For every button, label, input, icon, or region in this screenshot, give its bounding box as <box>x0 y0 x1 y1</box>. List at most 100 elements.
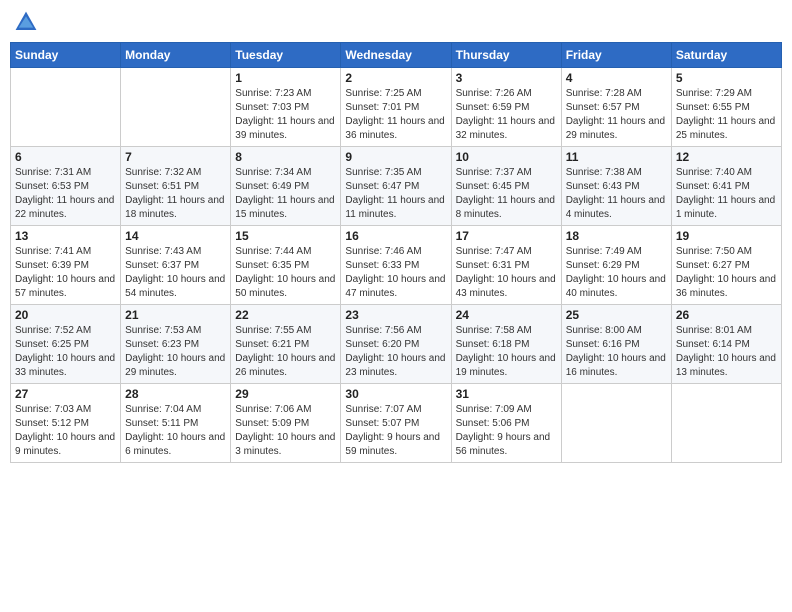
day-number: 30 <box>345 387 446 401</box>
weekday-header-row: SundayMondayTuesdayWednesdayThursdayFrid… <box>11 43 782 68</box>
day-number: 12 <box>676 150 777 164</box>
day-number: 10 <box>456 150 557 164</box>
day-number: 11 <box>566 150 667 164</box>
day-number: 18 <box>566 229 667 243</box>
day-number: 27 <box>15 387 116 401</box>
day-info: Sunrise: 7:07 AM Sunset: 5:07 PM Dayligh… <box>345 403 446 459</box>
day-info: Sunrise: 7:37 AM Sunset: 6:45 PM Dayligh… <box>456 166 557 222</box>
calendar-cell: 8 Sunrise: 7:34 AM Sunset: 6:49 PM Daylig… <box>231 147 341 226</box>
day-info: Sunrise: 7:43 AM Sunset: 6:37 PM Dayligh… <box>125 245 226 301</box>
calendar-week-4: 27 Sunrise: 7:03 AM Sunset: 5:12 PM Dayli… <box>11 384 782 463</box>
day-number: 16 <box>345 229 446 243</box>
weekday-header-saturday: Saturday <box>671 43 781 68</box>
day-info: Sunrise: 7:49 AM Sunset: 6:29 PM Dayligh… <box>566 245 667 301</box>
calendar-cell: 27 Sunrise: 7:03 AM Sunset: 5:12 PM Dayli… <box>11 384 121 463</box>
day-info: Sunrise: 7:04 AM Sunset: 5:11 PM Dayligh… <box>125 403 226 459</box>
day-number: 15 <box>235 229 336 243</box>
day-number: 22 <box>235 308 336 322</box>
day-info: Sunrise: 7:46 AM Sunset: 6:33 PM Dayligh… <box>345 245 446 301</box>
day-number: 3 <box>456 71 557 85</box>
calendar-cell <box>121 68 231 147</box>
calendar-cell: 17 Sunrise: 7:47 AM Sunset: 6:31 PM Dayli… <box>451 226 561 305</box>
weekday-header-thursday: Thursday <box>451 43 561 68</box>
calendar-cell: 11 Sunrise: 7:38 AM Sunset: 6:43 PM Dayli… <box>561 147 671 226</box>
calendar-cell: 30 Sunrise: 7:07 AM Sunset: 5:07 PM Dayli… <box>341 384 451 463</box>
calendar-cell: 21 Sunrise: 7:53 AM Sunset: 6:23 PM Dayli… <box>121 305 231 384</box>
calendar-cell <box>11 68 121 147</box>
day-number: 20 <box>15 308 116 322</box>
calendar-cell: 19Sunrise: 7:50 AM Sunset: 6:27 PM Dayli… <box>671 226 781 305</box>
day-info: Sunrise: 7:31 AM Sunset: 6:53 PM Dayligh… <box>15 166 116 222</box>
day-info: Sunrise: 7:44 AM Sunset: 6:35 PM Dayligh… <box>235 245 336 301</box>
calendar-cell: 26Sunrise: 8:01 AM Sunset: 6:14 PM Dayli… <box>671 305 781 384</box>
day-number: 1 <box>235 71 336 85</box>
day-number: 14 <box>125 229 226 243</box>
calendar-cell: 22 Sunrise: 7:55 AM Sunset: 6:21 PM Dayli… <box>231 305 341 384</box>
calendar-cell: 1 Sunrise: 7:23 AM Sunset: 7:03 PM Daylig… <box>231 68 341 147</box>
day-number: 31 <box>456 387 557 401</box>
day-info: Sunrise: 7:06 AM Sunset: 5:09 PM Dayligh… <box>235 403 336 459</box>
weekday-header-monday: Monday <box>121 43 231 68</box>
day-number: 24 <box>456 308 557 322</box>
day-info: Sunrise: 7:55 AM Sunset: 6:21 PM Dayligh… <box>235 324 336 380</box>
calendar-week-0: 1 Sunrise: 7:23 AM Sunset: 7:03 PM Daylig… <box>11 68 782 147</box>
day-number: 8 <box>235 150 336 164</box>
day-number: 28 <box>125 387 226 401</box>
calendar-cell: 5Sunrise: 7:29 AM Sunset: 6:55 PM Daylig… <box>671 68 781 147</box>
calendar-cell: 18 Sunrise: 7:49 AM Sunset: 6:29 PM Dayli… <box>561 226 671 305</box>
day-info: Sunrise: 8:01 AM Sunset: 6:14 PM Dayligh… <box>676 324 777 380</box>
day-info: Sunrise: 7:41 AM Sunset: 6:39 PM Dayligh… <box>15 245 116 301</box>
day-number: 4 <box>566 71 667 85</box>
day-info: Sunrise: 7:40 AM Sunset: 6:41 PM Dayligh… <box>676 166 777 222</box>
day-number: 25 <box>566 308 667 322</box>
calendar-cell: 31 Sunrise: 7:09 AM Sunset: 5:06 PM Dayli… <box>451 384 561 463</box>
day-info: Sunrise: 7:38 AM Sunset: 6:43 PM Dayligh… <box>566 166 667 222</box>
weekday-header-friday: Friday <box>561 43 671 68</box>
day-info: Sunrise: 7:53 AM Sunset: 6:23 PM Dayligh… <box>125 324 226 380</box>
calendar-cell: 20 Sunrise: 7:52 AM Sunset: 6:25 PM Dayli… <box>11 305 121 384</box>
weekday-header-wednesday: Wednesday <box>341 43 451 68</box>
calendar-cell: 2 Sunrise: 7:25 AM Sunset: 7:01 PM Daylig… <box>341 68 451 147</box>
calendar-cell: 6Sunrise: 7:31 AM Sunset: 6:53 PM Daylig… <box>11 147 121 226</box>
calendar-cell: 28 Sunrise: 7:04 AM Sunset: 5:11 PM Dayli… <box>121 384 231 463</box>
day-info: Sunrise: 7:34 AM Sunset: 6:49 PM Dayligh… <box>235 166 336 222</box>
day-info: Sunrise: 7:26 AM Sunset: 6:59 PM Dayligh… <box>456 87 557 143</box>
day-number: 23 <box>345 308 446 322</box>
day-info: Sunrise: 7:23 AM Sunset: 7:03 PM Dayligh… <box>235 87 336 143</box>
calendar-week-1: 6Sunrise: 7:31 AM Sunset: 6:53 PM Daylig… <box>11 147 782 226</box>
day-number: 21 <box>125 308 226 322</box>
day-info: Sunrise: 7:50 AM Sunset: 6:27 PM Dayligh… <box>676 245 777 301</box>
day-number: 9 <box>345 150 446 164</box>
weekday-header-tuesday: Tuesday <box>231 43 341 68</box>
calendar-cell: 13 Sunrise: 7:41 AM Sunset: 6:39 PM Dayli… <box>11 226 121 305</box>
day-info: Sunrise: 7:03 AM Sunset: 5:12 PM Dayligh… <box>15 403 116 459</box>
day-info: Sunrise: 7:47 AM Sunset: 6:31 PM Dayligh… <box>456 245 557 301</box>
day-info: Sunrise: 7:56 AM Sunset: 6:20 PM Dayligh… <box>345 324 446 380</box>
day-info: Sunrise: 7:29 AM Sunset: 6:55 PM Dayligh… <box>676 87 777 143</box>
day-info: Sunrise: 7:25 AM Sunset: 7:01 PM Dayligh… <box>345 87 446 143</box>
calendar-cell: 25Sunrise: 8:00 AM Sunset: 6:16 PM Dayli… <box>561 305 671 384</box>
day-info: Sunrise: 7:52 AM Sunset: 6:25 PM Dayligh… <box>15 324 116 380</box>
calendar-week-2: 13 Sunrise: 7:41 AM Sunset: 6:39 PM Dayli… <box>11 226 782 305</box>
calendar-week-3: 20 Sunrise: 7:52 AM Sunset: 6:25 PM Dayli… <box>11 305 782 384</box>
logo <box>14 10 42 34</box>
calendar-cell <box>561 384 671 463</box>
page-header <box>10 10 782 34</box>
calendar-cell: 9 Sunrise: 7:35 AM Sunset: 6:47 PM Daylig… <box>341 147 451 226</box>
calendar-cell: 15 Sunrise: 7:44 AM Sunset: 6:35 PM Dayli… <box>231 226 341 305</box>
calendar-cell: 16 Sunrise: 7:46 AM Sunset: 6:33 PM Dayli… <box>341 226 451 305</box>
calendar-cell: 23 Sunrise: 7:56 AM Sunset: 6:20 PM Dayli… <box>341 305 451 384</box>
day-number: 2 <box>345 71 446 85</box>
calendar-table: SundayMondayTuesdayWednesdayThursdayFrid… <box>10 42 782 463</box>
day-info: Sunrise: 7:58 AM Sunset: 6:18 PM Dayligh… <box>456 324 557 380</box>
calendar-cell: 29Sunrise: 7:06 AM Sunset: 5:09 PM Dayli… <box>231 384 341 463</box>
day-number: 17 <box>456 229 557 243</box>
calendar-cell: 14 Sunrise: 7:43 AM Sunset: 6:37 PM Dayli… <box>121 226 231 305</box>
day-number: 13 <box>15 229 116 243</box>
calendar-cell: 4Sunrise: 7:28 AM Sunset: 6:57 PM Daylig… <box>561 68 671 147</box>
logo-icon <box>14 10 38 34</box>
day-info: Sunrise: 7:09 AM Sunset: 5:06 PM Dayligh… <box>456 403 557 459</box>
calendar-cell: 12 Sunrise: 7:40 AM Sunset: 6:41 PM Dayli… <box>671 147 781 226</box>
day-info: Sunrise: 7:35 AM Sunset: 6:47 PM Dayligh… <box>345 166 446 222</box>
weekday-header-sunday: Sunday <box>11 43 121 68</box>
